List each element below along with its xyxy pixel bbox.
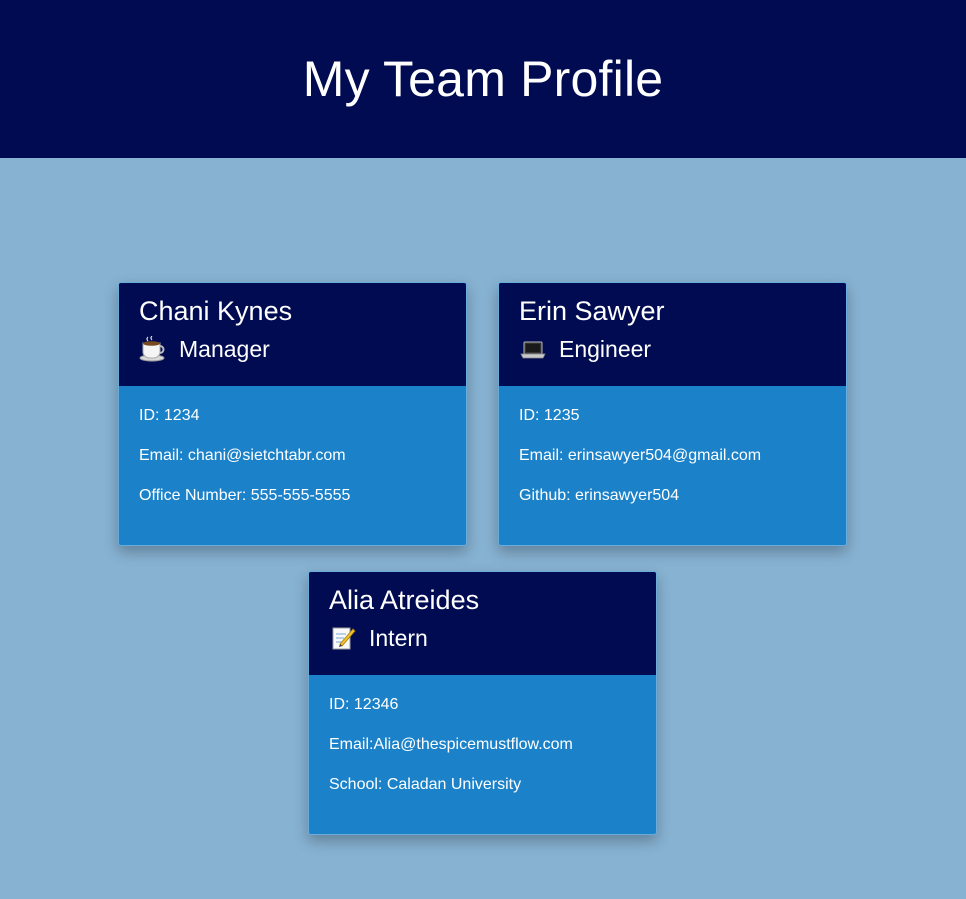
card-details: ID: 1234 Email: chani@sietchtabr.com Off… bbox=[119, 386, 466, 526]
card-header: Alia Atreides Intern bbox=[309, 572, 656, 675]
page-header: My Team Profile bbox=[0, 0, 966, 158]
card-details: ID: 12346 Email:Alia@thespicemustflow.co… bbox=[309, 675, 656, 815]
card-details: ID: 1235 Email: erinsawyer504@gmail.com … bbox=[499, 386, 846, 526]
employee-name: Erin Sawyer bbox=[519, 296, 665, 326]
employee-card-manager: Chani Kynes Manager ID: 1234 Email: chan… bbox=[118, 282, 467, 546]
employee-name: Alia Atreides bbox=[329, 585, 480, 615]
employee-role: Manager bbox=[139, 335, 446, 363]
card-header: Erin Sawyer Engineer bbox=[499, 283, 846, 386]
card-header: Chani Kynes Manager bbox=[119, 283, 466, 386]
employee-office-number: Office Number: 555-555-5555 bbox=[139, 487, 351, 504]
employee-role: Engineer bbox=[519, 335, 826, 363]
employee-email[interactable]: Email:Alia@thespicemustflow.com bbox=[329, 735, 636, 775]
memo-icon bbox=[329, 625, 357, 651]
employee-github[interactable]: Github: erinsawyer504 bbox=[519, 486, 826, 526]
employee-school: School: Caladan University bbox=[329, 776, 522, 793]
employee-id: ID: 1235 bbox=[519, 407, 580, 424]
employee-email[interactable]: Email: chani@sietchtabr.com bbox=[139, 446, 446, 486]
employee-name: Chani Kynes bbox=[139, 296, 293, 326]
employee-email[interactable]: Email: erinsawyer504@gmail.com bbox=[519, 446, 826, 486]
role-label: Manager bbox=[179, 336, 270, 362]
employee-card-engineer: Erin Sawyer Engineer ID: 1235 Email: eri… bbox=[498, 282, 847, 546]
laptop-icon bbox=[519, 336, 547, 362]
coffee-cup-icon bbox=[139, 335, 167, 362]
role-label: Engineer bbox=[559, 336, 652, 362]
employee-id: ID: 1234 bbox=[139, 407, 200, 424]
employee-card-intern: Alia Atreides Intern ID: 12346 Email:Ali… bbox=[308, 571, 657, 835]
page-title: My Team Profile bbox=[302, 51, 664, 107]
role-label: Intern bbox=[369, 625, 428, 651]
employee-id: ID: 12346 bbox=[329, 696, 399, 713]
employee-role: Intern bbox=[329, 624, 636, 652]
